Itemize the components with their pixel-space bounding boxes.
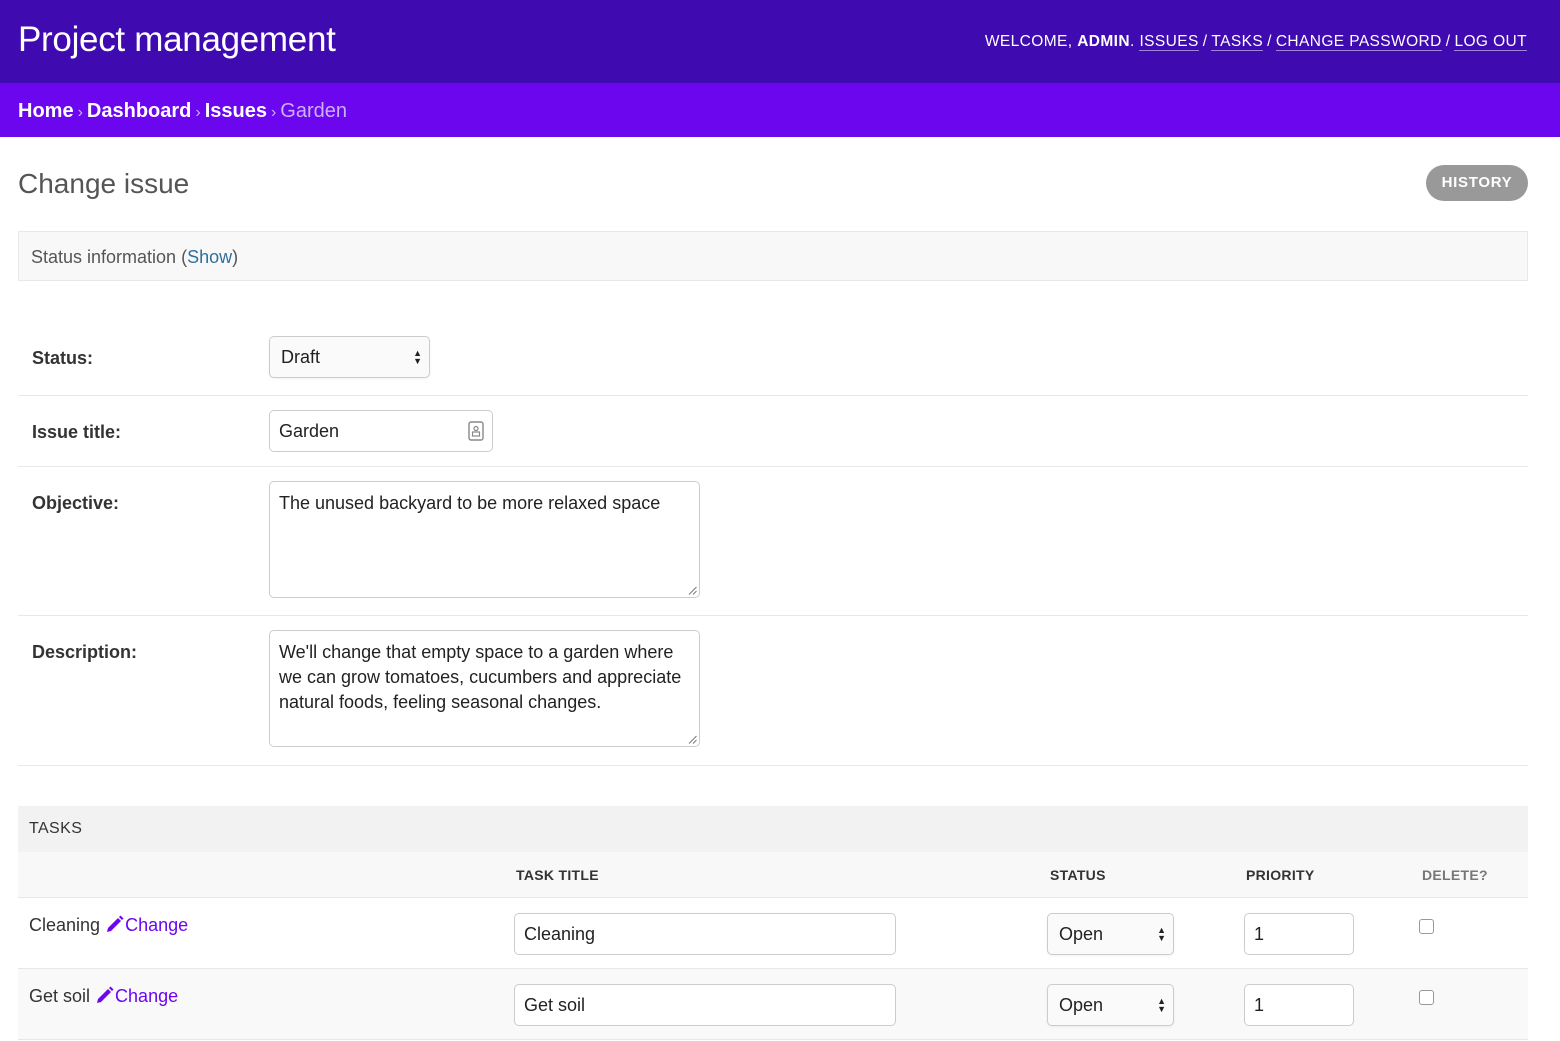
status-information-show-link[interactable]: Show	[187, 247, 232, 267]
task-change-link[interactable]: Change	[105, 915, 188, 935]
status-information-label: Status information (	[31, 247, 188, 267]
pencil-icon	[97, 986, 114, 1003]
welcome-text: WELCOME,	[984, 33, 1073, 50]
objective-textarea[interactable]: The unused backyard to be more relaxed s…	[269, 481, 700, 598]
task-name: Get soil Change	[29, 986, 179, 1006]
site-branding: Project management	[18, 20, 336, 59]
site-header: Project management WELCOME, ADMIN. ISSUE…	[0, 0, 1560, 83]
user-tools: WELCOME, ADMIN. ISSUES / TASKS / CHANGE PASS…	[984, 33, 1527, 51]
task-change-link[interactable]: Change	[95, 986, 178, 1006]
breadcrumb: Home › Dashboard › Issues › Garden	[0, 83, 1560, 137]
status-label: Status:	[32, 348, 94, 368]
task-priority-input[interactable]: 1	[1244, 984, 1354, 1026]
issues-link[interactable]: ISSUES	[1139, 33, 1199, 51]
description-textarea[interactable]: We'll change that empty space to a garde…	[269, 630, 700, 747]
objective-row: Objective: The unused backyard to be mor…	[18, 467, 1528, 616]
breadcrumb-current: Garden	[280, 100, 348, 122]
table-row: Get soil Change Get soil Open ▲ ▼ 1	[18, 969, 1528, 1040]
pencil-icon	[107, 915, 124, 932]
select-arrows-icon: ▲ ▼	[413, 348, 422, 366]
task-delete-checkbox[interactable]	[1419, 919, 1434, 934]
task-priority-input[interactable]: 1	[1244, 913, 1354, 955]
breadcrumb-home[interactable]: Home	[18, 100, 74, 122]
history-button[interactable]: HISTORY	[1426, 165, 1528, 201]
column-status: STATUS	[1050, 867, 1106, 883]
column-task-title: TASK TITLE	[516, 867, 599, 883]
breadcrumb-issues[interactable]: Issues	[205, 100, 267, 122]
status-row: Status: Draft ▲ ▼	[18, 318, 1528, 396]
select-arrows-icon: ▲ ▼	[1157, 925, 1166, 943]
page-title: Change issue	[18, 168, 190, 199]
task-title-input[interactable]: Get soil	[514, 984, 896, 1026]
tasks-link[interactable]: TASKS	[1211, 33, 1264, 51]
breadcrumb-dashboard[interactable]: Dashboard	[87, 100, 191, 122]
table-row: Cleaning Change Cleaning Open ▲ ▼ 1	[18, 898, 1528, 969]
username: ADMIN	[1077, 33, 1130, 50]
status-select[interactable]: Draft ▲ ▼	[269, 336, 430, 378]
status-information-fieldset: Status information (Show)	[18, 231, 1528, 281]
change-password-link[interactable]: CHANGE PASSWORD	[1275, 33, 1442, 51]
description-label: Description:	[32, 642, 138, 662]
column-delete: DELETE?	[1422, 867, 1488, 883]
logout-link[interactable]: LOG OUT	[1454, 33, 1527, 51]
resize-grip-icon[interactable]	[688, 586, 697, 595]
issue-title-input[interactable]: Garden	[269, 410, 493, 452]
task-status-select[interactable]: Open ▲ ▼	[1047, 913, 1174, 955]
tasks-heading: TASKS	[18, 806, 1528, 852]
column-priority: PRIORITY	[1246, 867, 1315, 883]
objective-label: Objective:	[32, 493, 120, 513]
issue-title-label: Issue title:	[32, 422, 122, 442]
task-title-input[interactable]: Cleaning	[514, 913, 896, 955]
description-row: Description: We'll change that empty spa…	[18, 616, 1528, 766]
select-arrows-icon: ▲ ▼	[1157, 996, 1166, 1014]
resize-grip-icon[interactable]	[688, 735, 697, 744]
task-name: Cleaning Change	[29, 915, 189, 935]
autofill-icon	[468, 421, 484, 441]
tasks-column-header: TASK TITLE STATUS PRIORITY DELETE?	[18, 852, 1528, 898]
issue-title-row: Issue title: Garden	[18, 396, 1528, 467]
task-status-select[interactable]: Open ▲ ▼	[1047, 984, 1174, 1026]
task-delete-checkbox[interactable]	[1419, 990, 1434, 1005]
